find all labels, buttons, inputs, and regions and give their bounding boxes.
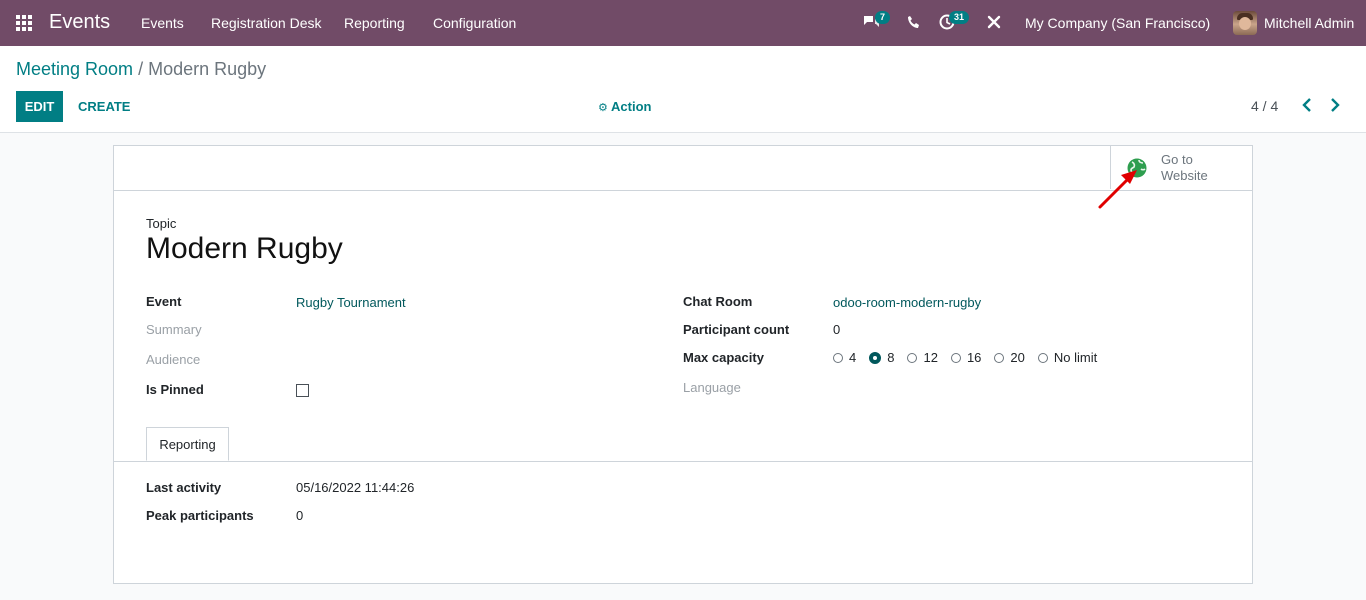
menu-configuration[interactable]: Configuration xyxy=(433,15,516,31)
event-link[interactable]: Rugby Tournament xyxy=(296,295,406,310)
action-label: Action xyxy=(611,99,652,114)
phone-icon[interactable] xyxy=(907,15,921,32)
form-sheet: Go to Website Topic Modern Rugby Event R… xyxy=(113,145,1253,584)
max-capacity-radio-group: 4 8 12 16 20 No limit xyxy=(833,350,1110,365)
participant-count-value: 0 xyxy=(833,322,841,337)
button-box: Go to Website xyxy=(114,146,1252,209)
max-capacity-label: Max capacity xyxy=(683,350,764,365)
go-to-website-label: Go to Website xyxy=(1161,152,1231,184)
capacity-option-8[interactable]: 8 xyxy=(869,350,894,365)
radio-circle xyxy=(994,352,1005,363)
radio-label: 16 xyxy=(966,350,982,365)
is-pinned-checkbox[interactable] xyxy=(296,384,309,397)
capacity-option-4[interactable]: 4 xyxy=(833,350,856,365)
capacity-option-no-limit[interactable]: No limit xyxy=(1037,350,1098,365)
record-title: Modern Rugby xyxy=(146,232,343,265)
radio-circle xyxy=(1037,352,1048,363)
capacity-option-20[interactable]: 20 xyxy=(994,350,1025,365)
chevron-left-icon[interactable] xyxy=(1301,97,1315,113)
capacity-option-12[interactable]: 12 xyxy=(907,350,938,365)
breadcrumb-separator: / xyxy=(138,59,144,79)
go-to-website-line1: Go to xyxy=(1161,152,1193,167)
tools-icon[interactable] xyxy=(987,15,1001,32)
radio-label: 4 xyxy=(849,350,857,365)
menu-events[interactable]: Events xyxy=(141,15,184,31)
peak-participants-label: Peak participants xyxy=(146,508,254,523)
create-button[interactable]: CREATE xyxy=(70,91,138,122)
go-to-website-line2: Website xyxy=(1161,168,1208,183)
last-activity-value: 05/16/2022 11:44:26 xyxy=(296,480,415,495)
action-menu-button[interactable]: ⚙ Action xyxy=(598,99,651,114)
radio-circle-checked xyxy=(869,351,882,364)
user-avatar[interactable] xyxy=(1233,11,1257,35)
topic-label: Topic xyxy=(146,216,177,231)
messages-badge: 7 xyxy=(875,11,891,24)
radio-circle xyxy=(907,352,918,363)
tab-reporting[interactable]: Reporting xyxy=(146,427,229,461)
menu-registration-desk[interactable]: Registration Desk xyxy=(211,15,322,31)
top-navbar: Events Events Registration Desk Reportin… xyxy=(0,0,1366,46)
edit-button[interactable]: EDIT xyxy=(16,91,63,122)
pager-value[interactable]: 4 / 4 xyxy=(1251,98,1278,114)
radio-label: 8 xyxy=(887,350,895,365)
breadcrumb: Meeting Room / Modern Rugby xyxy=(16,59,266,80)
radio-circle xyxy=(833,352,843,363)
user-menu[interactable]: Mitchell Admin xyxy=(1264,15,1354,31)
breadcrumb-current: Modern Rugby xyxy=(148,59,267,79)
menu-reporting[interactable]: Reporting xyxy=(344,15,405,31)
company-switcher[interactable]: My Company (San Francisco) xyxy=(1025,15,1210,31)
participant-count-label: Participant count xyxy=(683,322,790,337)
radio-label: No limit xyxy=(1053,350,1098,365)
is-pinned-label: Is Pinned xyxy=(146,382,204,397)
notebook-tabs: Reporting xyxy=(114,427,1252,462)
chat-room-link[interactable]: odoo-room-modern-rugby xyxy=(833,295,981,310)
language-label: Language xyxy=(683,380,741,395)
app-name[interactable]: Events xyxy=(49,11,110,34)
peak-participants-value: 0 xyxy=(296,508,304,523)
gear-icon: ⚙ xyxy=(598,102,608,114)
activities-badge: 31 xyxy=(949,11,970,24)
chat-room-label: Chat Room xyxy=(683,294,753,309)
annotation-arrow-icon xyxy=(1098,170,1137,209)
last-activity-label: Last activity xyxy=(146,480,222,495)
control-panel: Meeting Room / Modern Rugby EDIT CREATE … xyxy=(0,46,1366,133)
summary-label: Summary xyxy=(146,322,202,337)
event-label: Event xyxy=(146,294,182,309)
radio-circle xyxy=(950,352,961,363)
apps-grid-icon[interactable] xyxy=(16,15,33,32)
breadcrumb-parent[interactable]: Meeting Room xyxy=(16,59,133,79)
chevron-right-icon[interactable] xyxy=(1329,97,1343,113)
radio-label: 20 xyxy=(1010,350,1025,365)
audience-label: Audience xyxy=(146,352,201,367)
capacity-option-16[interactable]: 16 xyxy=(950,350,982,365)
radio-label: 12 xyxy=(923,350,938,365)
